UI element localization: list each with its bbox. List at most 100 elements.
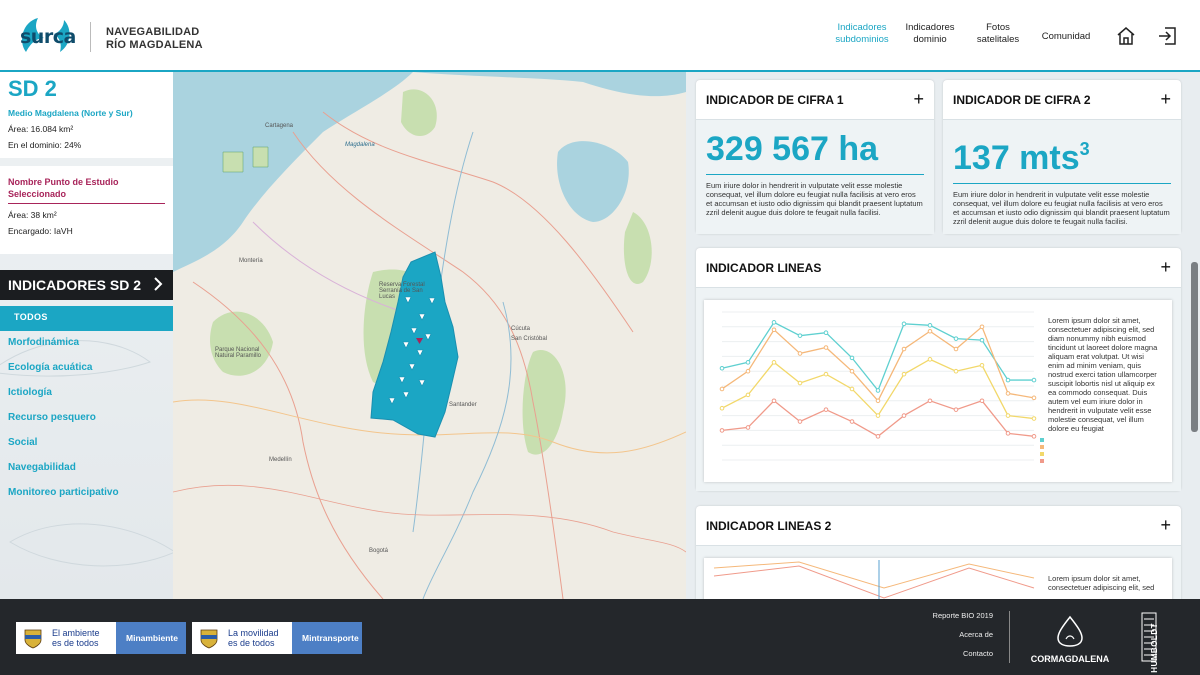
chart-point[interactable] <box>1005 413 1011 418</box>
chart-point[interactable] <box>927 323 933 328</box>
indicator-value-number: 137 mts <box>953 139 1080 177</box>
menu-item-social[interactable]: Social <box>0 431 173 456</box>
expand-plus-icon[interactable]: + <box>913 90 924 108</box>
indicator-menu: TODOS Morfodinámica Ecología acuática Ic… <box>0 306 173 506</box>
menu-item-ictiologia[interactable]: Ictiología <box>0 381 173 406</box>
link-reporte-bio[interactable]: Reporte BIO 2019 <box>930 611 993 630</box>
chart-point[interactable] <box>771 398 777 404</box>
panel-scrollbar[interactable] <box>1191 262 1198 432</box>
nav-fotos-satelitales[interactable]: Fotos satelitales <box>964 22 1032 46</box>
card-indicador-cifra-2: INDICADOR DE CIFRA 2 + 137 mts3 Eum iriu… <box>943 80 1181 234</box>
chart-point[interactable] <box>953 407 959 412</box>
menu-item-recurso-pesquero[interactable]: Recurso pesquero <box>0 406 173 431</box>
chart-point[interactable] <box>901 413 907 418</box>
home-icon[interactable] <box>1116 26 1136 46</box>
chart-point[interactable] <box>1005 377 1011 383</box>
chart-point[interactable] <box>797 351 803 356</box>
nav-indicadores-subdominios[interactable]: Indicadores subdominios <box>828 22 896 46</box>
logout-icon[interactable] <box>1157 26 1177 46</box>
chart-point[interactable] <box>1031 377 1037 383</box>
logo-text: surca <box>20 26 76 48</box>
chart-point[interactable] <box>823 330 829 336</box>
chart-point[interactable] <box>979 337 985 343</box>
chart-point[interactable] <box>823 371 829 377</box>
chart-point[interactable] <box>1031 434 1037 439</box>
card-title: INDICADOR DE CIFRA 2 <box>953 93 1091 107</box>
chart-point[interactable] <box>875 398 881 404</box>
chart-point[interactable] <box>849 355 855 361</box>
chart-point[interactable] <box>849 419 855 424</box>
link-acerca-de[interactable]: Acerca de <box>930 630 993 649</box>
nav-indicadores-dominio[interactable]: Indicadores dominio <box>896 22 964 46</box>
chart-legend-swatch <box>1040 452 1044 456</box>
brand-line2: RÍO MAGDALENA <box>106 39 203 51</box>
chart-point[interactable] <box>953 346 959 352</box>
header: surca NAVEGABILIDAD RÍO MAGDALENA Indica… <box>0 0 1200 72</box>
chart-point[interactable] <box>875 413 881 418</box>
chart-point[interactable] <box>797 380 803 386</box>
chart-point[interactable] <box>1005 391 1011 396</box>
surca-logo[interactable]: surca <box>16 12 76 60</box>
minambiente-badge[interactable]: El ambiente es de todos Minambiente <box>16 622 186 654</box>
chart-point[interactable] <box>719 428 725 433</box>
chart-point[interactable] <box>823 345 829 350</box>
chart-point[interactable] <box>719 365 725 371</box>
footer-links: Reporte BIO 2019 Acerca de Contacto <box>930 611 993 668</box>
link-contacto[interactable]: Contacto <box>930 649 993 668</box>
chart-point[interactable] <box>927 357 933 362</box>
expand-plus-icon[interactable]: + <box>1160 90 1171 108</box>
expand-plus-icon[interactable]: + <box>1160 516 1171 534</box>
chart-point[interactable] <box>979 324 985 330</box>
cormagdalena-logo[interactable]: CORMAGDALENA <box>1026 615 1114 664</box>
chart-point[interactable] <box>953 336 959 341</box>
footer-separator <box>1009 611 1010 663</box>
chart-point[interactable] <box>771 360 777 365</box>
chart-point[interactable] <box>927 398 933 404</box>
chart-point[interactable] <box>849 368 855 374</box>
chart-point[interactable] <box>719 386 725 392</box>
card-body: 137 mts3 Eum iriure dolor in hendrerit i… <box>943 120 1181 234</box>
menu-item-monitoreo-participativo[interactable]: Monitoreo participativo <box>0 481 173 506</box>
nav-comunidad[interactable]: Comunidad <box>1032 22 1100 46</box>
footer: El ambiente es de todos Minambiente La m… <box>0 599 1200 675</box>
map-view[interactable]: Cartagena Magdalena Montería Medellín Bo… <box>173 72 686 599</box>
gov-slogan: La movilidad es de todos <box>228 628 279 648</box>
chart-point[interactable] <box>927 328 933 334</box>
mintransporte-badge[interactable]: La movilidad es de todos Mintransporte <box>192 622 362 654</box>
chart-point[interactable] <box>745 368 751 374</box>
expand-plus-icon[interactable]: + <box>1160 258 1171 276</box>
card-body: 329 567 ha Eum iriure dolor in hendrerit… <box>696 120 934 234</box>
chart-point[interactable] <box>745 425 751 430</box>
chart-point[interactable] <box>875 434 881 439</box>
chart-point[interactable] <box>875 388 881 393</box>
chart-point[interactable] <box>745 392 751 398</box>
chart-point[interactable] <box>901 371 907 377</box>
chart-point[interactable] <box>849 386 855 392</box>
line-chart-2-container: Lorem ipsum dolor sit amet, consectetuer… <box>704 558 1172 599</box>
chart-point[interactable] <box>953 368 959 374</box>
gov-ministry-label: Minambiente <box>116 622 186 654</box>
chart-point[interactable] <box>1031 416 1037 421</box>
chart-point[interactable] <box>771 327 777 333</box>
chart-point[interactable] <box>797 419 803 424</box>
main-nav: Indicadores subdominios Indicadores domi… <box>828 22 1100 46</box>
menu-item-todos[interactable]: TODOS <box>0 306 173 331</box>
chart-point[interactable] <box>719 405 725 411</box>
humboldt-logo[interactable]: HUMBOLDT <box>1140 611 1176 673</box>
chart-point[interactable] <box>797 333 803 338</box>
menu-item-navegabilidad[interactable]: Navegabilidad <box>0 456 173 481</box>
menu-item-ecologia-acuatica[interactable]: Ecología acuática <box>0 356 173 381</box>
chart-point[interactable] <box>1005 431 1011 436</box>
map-label: Reserva Forestal Serranía de San Lucas <box>379 282 425 300</box>
indicators-header[interactable]: INDICADORES SD 2 <box>0 270 173 300</box>
chart-point[interactable] <box>979 398 985 404</box>
chart-point[interactable] <box>771 320 777 325</box>
chart-point[interactable] <box>979 362 985 368</box>
chart-point[interactable] <box>901 346 907 352</box>
chart-point[interactable] <box>1031 395 1037 401</box>
chart-point[interactable] <box>901 321 907 327</box>
chart-point[interactable] <box>745 360 751 365</box>
chart-point[interactable] <box>823 407 829 412</box>
indicators-label: INDICADORES SD 2 <box>8 277 142 293</box>
menu-item-morfodinamica[interactable]: Morfodinámica <box>0 331 173 356</box>
